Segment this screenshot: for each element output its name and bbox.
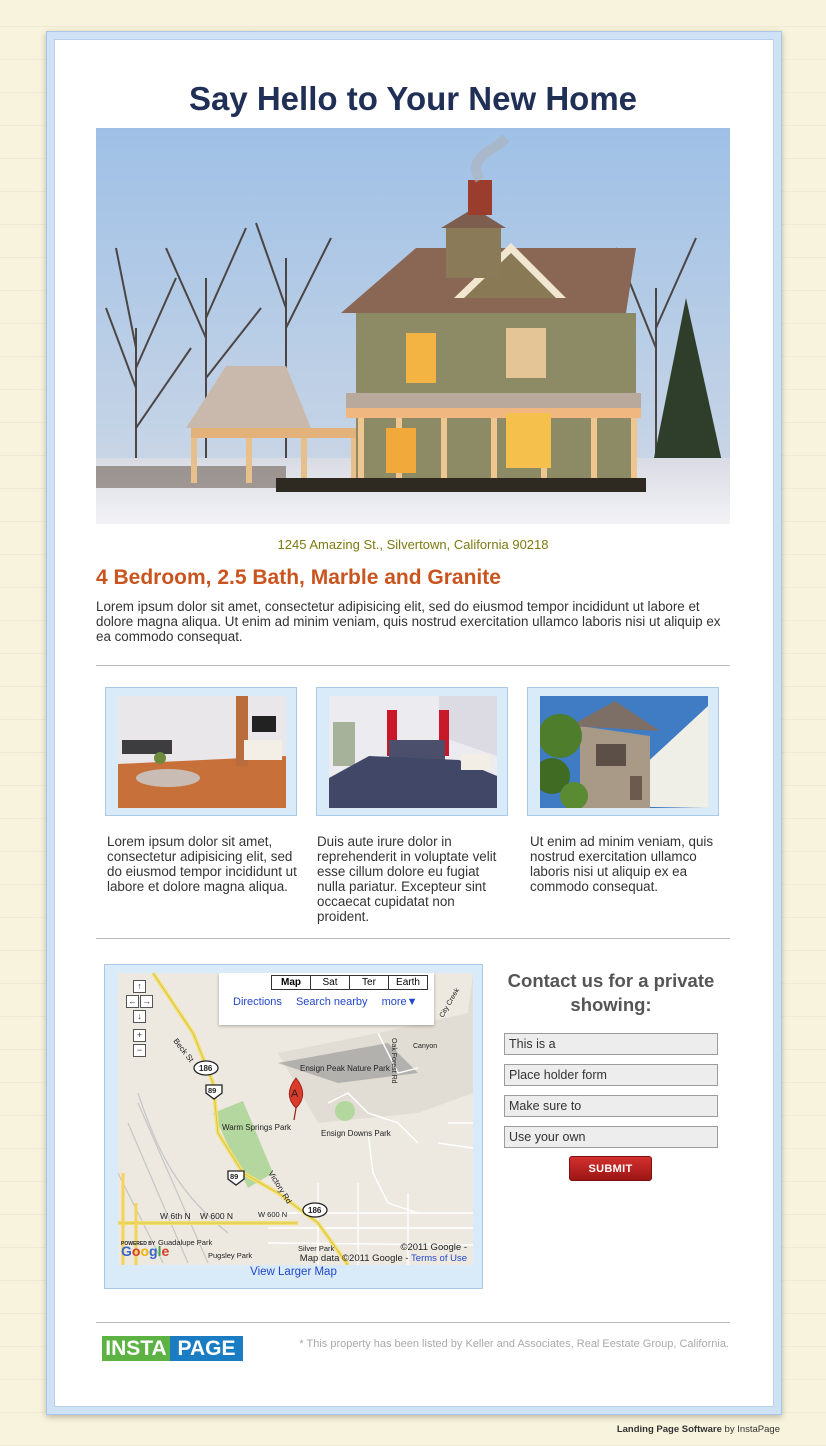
living-room-image bbox=[118, 696, 286, 808]
map-marker-label: A bbox=[291, 1088, 299, 1100]
map-tab-earth[interactable]: Earth bbox=[388, 975, 428, 990]
photo-bedroom[interactable] bbox=[316, 687, 508, 816]
footer-brand: Landing Page Software bbox=[616, 1424, 722, 1435]
map-widget: 186 186 89 89 Beck St Victory Rd Ensign … bbox=[104, 964, 483, 1289]
route-186-label: 186 bbox=[199, 1064, 213, 1073]
pan-left-icon[interactable]: ← bbox=[126, 995, 139, 1008]
map-controls-panel: Map Sat Ter Earth Directions Search near… bbox=[219, 973, 434, 1025]
property-description: Lorem ipsum dolor sit amet, consectetur … bbox=[96, 599, 721, 644]
street-label: W 600 N bbox=[258, 1210, 287, 1219]
pan-right-icon[interactable]: → bbox=[140, 995, 153, 1008]
park-label: Ensign Downs Park bbox=[321, 1129, 392, 1138]
footer-credit[interactable]: Landing Page Software by InstaPage bbox=[617, 1424, 780, 1435]
divider bbox=[96, 1322, 730, 1323]
map-type-tabs: Map Sat Ter Earth bbox=[271, 975, 428, 990]
google-logo: Google bbox=[121, 1243, 169, 1259]
pan-up-icon[interactable]: ↑ bbox=[133, 980, 146, 993]
street-label: W 6th N bbox=[160, 1211, 191, 1221]
zoom-in-icon[interactable]: + bbox=[133, 1029, 146, 1042]
logo-part-page: PAGE bbox=[170, 1336, 243, 1361]
route-89-label: 89 bbox=[230, 1172, 238, 1181]
exterior-image bbox=[540, 696, 708, 808]
search-nearby-link[interactable]: Search nearby bbox=[296, 996, 368, 1008]
bedroom-image bbox=[329, 696, 497, 808]
zoom-out-icon[interactable]: − bbox=[133, 1044, 146, 1057]
street-label: W 600 N bbox=[200, 1211, 233, 1221]
embedded-map[interactable]: 186 186 89 89 Beck St Victory Rd Ensign … bbox=[118, 973, 473, 1265]
page-title: Say Hello to Your New Home bbox=[188, 80, 638, 117]
photo-exterior[interactable] bbox=[527, 687, 719, 816]
route-186-label: 186 bbox=[308, 1206, 322, 1215]
route-89-label: 89 bbox=[208, 1086, 216, 1095]
form-field-3[interactable] bbox=[504, 1095, 718, 1117]
map-data-credit: Map data ©2011 Google - bbox=[299, 1253, 409, 1264]
map-links: Directions Search nearby more▼ bbox=[233, 996, 429, 1008]
map-attribution: ©2011 Google - Map data ©2011 Google - T… bbox=[300, 1242, 467, 1264]
property-address: 1245 Amazing St., Silvertown, California… bbox=[277, 537, 549, 552]
photo-living-room[interactable] bbox=[105, 687, 297, 816]
map-tab-ter[interactable]: Ter bbox=[349, 975, 389, 990]
divider bbox=[96, 938, 730, 939]
footer-by: by InstaPage bbox=[721, 1424, 780, 1435]
form-field-2[interactable] bbox=[504, 1064, 718, 1086]
street-label: Oak Forest Rd bbox=[390, 1038, 397, 1084]
park-label: Pugsley Park bbox=[208, 1251, 252, 1260]
street-label: Canyon bbox=[413, 1043, 437, 1050]
instapage-logo[interactable]: INSTA PAGE bbox=[102, 1336, 243, 1361]
listing-disclaimer: * This property has been listed by Kelle… bbox=[299, 1338, 729, 1350]
terms-of-use-link[interactable]: Terms of Use bbox=[411, 1253, 467, 1264]
feature-caption: Duis aute irure dolor in reprehenderit i… bbox=[317, 834, 497, 924]
map-tab-map[interactable]: Map bbox=[271, 975, 311, 990]
contact-form-title: Contact us for a private showing: bbox=[507, 970, 715, 1015]
view-larger-map-link[interactable]: View Larger Map bbox=[105, 1266, 482, 1278]
feature-caption: Ut enim ad minim veniam, quis nostrud ex… bbox=[530, 834, 714, 894]
property-headline: 4 Bedroom, 2.5 Bath, Marble and Granite bbox=[96, 566, 501, 589]
feature-caption: Lorem ipsum dolor sit amet, consectetur … bbox=[107, 834, 297, 894]
form-field-4[interactable] bbox=[504, 1126, 718, 1148]
submit-button[interactable]: SUBMIT bbox=[569, 1156, 652, 1181]
park-label: Ensign Peak Nature Park bbox=[300, 1064, 391, 1073]
logo-part-insta: INSTA bbox=[102, 1336, 170, 1361]
more-link[interactable]: more▼ bbox=[382, 996, 418, 1008]
map-copyright: ©2011 Google - bbox=[400, 1242, 467, 1253]
hero-house-photo bbox=[96, 128, 730, 524]
divider bbox=[96, 665, 730, 666]
map-tab-sat[interactable]: Sat bbox=[310, 975, 350, 990]
park-label: Warm Springs Park bbox=[222, 1123, 292, 1132]
directions-link[interactable]: Directions bbox=[233, 996, 282, 1008]
form-field-1[interactable] bbox=[504, 1033, 718, 1055]
pan-down-icon[interactable]: ↓ bbox=[133, 1010, 146, 1023]
